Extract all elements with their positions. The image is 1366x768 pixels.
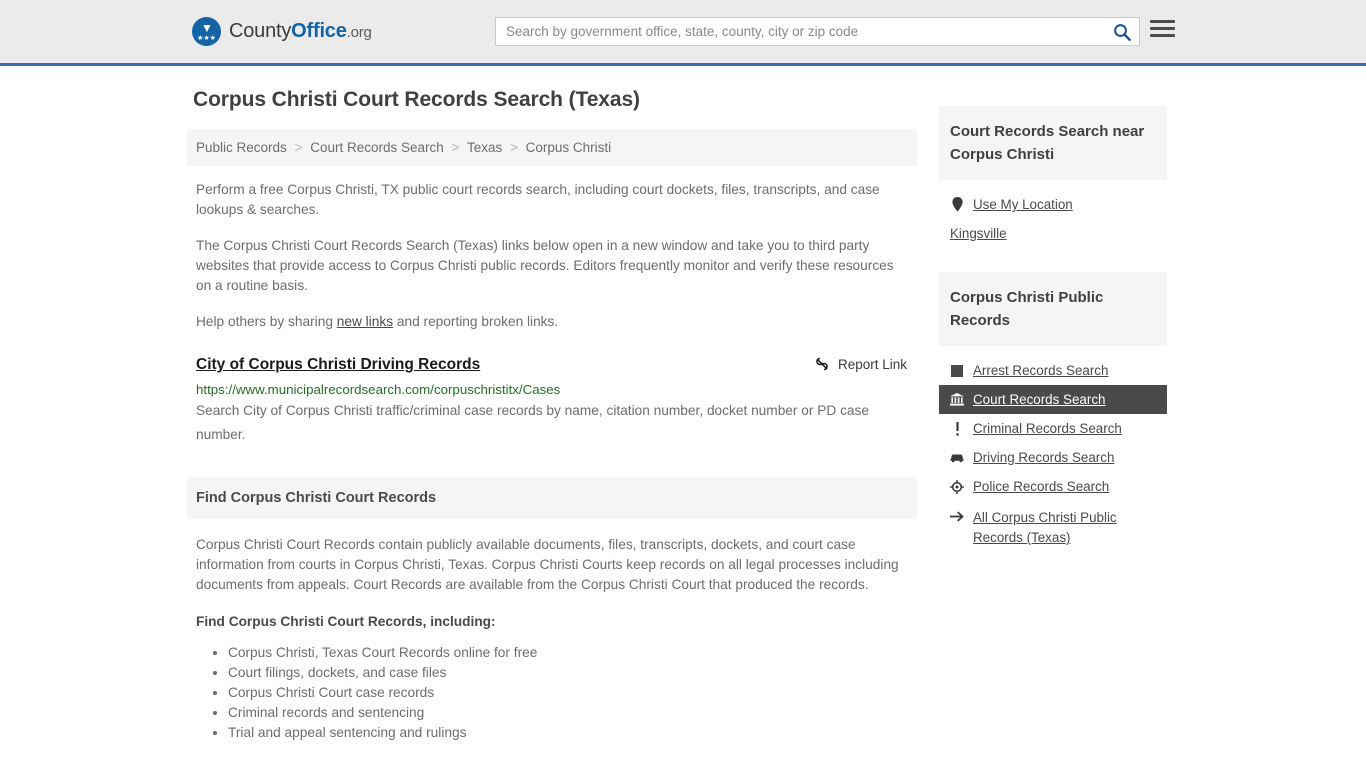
car-icon [950, 452, 964, 463]
list-item: Court filings, dockets, and case files [228, 663, 907, 683]
court-records-search-link[interactable]: Court Records Search [973, 392, 1105, 407]
sidebar-item-criminal-records-search[interactable]: Criminal Records Search [939, 414, 1167, 443]
list-item: Trial and appeal sentencing and rulings [228, 723, 907, 743]
breadcrumb-item-public-records[interactable]: Public Records [196, 140, 287, 155]
breadcrumb-separator: > [510, 140, 518, 155]
result-title-link[interactable]: City of Corpus Christi Driving Records [196, 356, 480, 374]
breadcrumb-separator: > [451, 140, 460, 155]
sidebar-item-driving-records-search[interactable]: Driving Records Search [939, 443, 1167, 472]
brand-text: CountyOffice.org [229, 20, 372, 43]
hamburger-bar [1150, 20, 1175, 23]
near-card-heading: Court Records Search near Corpus Christi [939, 106, 1167, 180]
section-list-heading: Find Corpus Christi Court Records, inclu… [196, 614, 496, 629]
sidebar-item-all-public-records[interactable]: All Corpus Christi Public Records (Texas… [939, 501, 1167, 555]
breadcrumb-separator: > [294, 140, 303, 155]
police-records-search-link[interactable]: Police Records Search [973, 479, 1109, 494]
result-description: Search City of Corpus Christi traffic/cr… [196, 403, 869, 442]
search-input[interactable] [496, 18, 1105, 45]
section-body: Corpus Christi Court Records contain pub… [187, 535, 917, 743]
site-logo-link[interactable]: ▼ ★★★ CountyOffice.org [192, 17, 372, 46]
exclamation-icon [950, 421, 964, 436]
main-content: Corpus Christi Court Records Search (Tex… [187, 88, 917, 743]
list-item: Criminal records and sentencing [228, 703, 907, 723]
hamburger-bar [1150, 34, 1175, 37]
brand-office: Office [291, 20, 347, 42]
broken-link-icon [816, 357, 828, 371]
search-result-item: City of Corpus Christi Driving Records R… [187, 356, 917, 447]
secondary-paragraph: The Corpus Christi Court Records Search … [196, 238, 894, 293]
public-records-card-heading: Corpus Christi Public Records [939, 272, 1167, 346]
kingsville-link[interactable]: Kingsville [950, 226, 1007, 241]
hamburger-bar [1150, 27, 1175, 30]
breadcrumb-item-texas[interactable]: Texas [467, 140, 502, 155]
search-button[interactable] [1105, 18, 1139, 45]
arrest-records-search-link[interactable]: Arrest Records Search [973, 363, 1108, 378]
hamburger-menu-icon[interactable] [1150, 20, 1175, 37]
sidebar-item-court-records-search[interactable]: Court Records Search [939, 385, 1167, 414]
result-header-row: City of Corpus Christi Driving Records R… [196, 356, 917, 374]
list-item: Corpus Christi, Texas Court Records onli… [228, 643, 907, 663]
public-records-card-body: Arrest Records Search Court Records Sear… [939, 346, 1167, 561]
breadcrumb: Public Records > Court Records Search > … [187, 129, 917, 166]
arrow-right-icon [950, 508, 964, 522]
search-icon [1114, 23, 1131, 41]
breadcrumb-item-court-records-search[interactable]: Court Records Search [310, 140, 444, 155]
search-bar [495, 17, 1140, 46]
records-list: Corpus Christi, Texas Court Records onli… [196, 643, 907, 743]
sidebar-item-use-my-location[interactable]: Use My Location [939, 190, 1167, 219]
sidebar: Court Records Search near Corpus Christi… [939, 88, 1167, 561]
page-container: Corpus Christi Court Records Search (Tex… [187, 66, 1167, 743]
share-suffix: and reporting broken links. [393, 314, 559, 329]
page-title: Corpus Christi Court Records Search (Tex… [193, 88, 640, 111]
driving-records-search-link[interactable]: Driving Records Search [973, 450, 1114, 465]
breadcrumb-item-corpus-christi[interactable]: Corpus Christi [526, 140, 612, 155]
sidebar-item-kingsville[interactable]: Kingsville [939, 219, 1167, 248]
new-links-link[interactable]: new links [337, 314, 393, 329]
near-card-body: Use My Location Kingsville [939, 180, 1167, 254]
intro-paragraph: Perform a free Corpus Christi, TX public… [196, 182, 880, 217]
section-paragraph: Corpus Christi Court Records contain pub… [196, 537, 899, 592]
eagle-logo-icon: ▼ ★★★ [192, 17, 221, 46]
site-header: ▼ ★★★ CountyOffice.org [0, 0, 1366, 66]
all-public-records-link[interactable]: All Corpus Christi Public Records (Texas… [973, 508, 1159, 548]
brand-org: .org [346, 24, 372, 41]
result-url: https://www.municipalrecordsearch.com/co… [196, 382, 561, 397]
use-my-location-link[interactable]: Use My Location [973, 197, 1073, 212]
brand-county: County [229, 20, 292, 42]
share-paragraph: Help others by sharing new links and rep… [187, 312, 917, 332]
report-link-button[interactable]: Report Link [814, 356, 917, 372]
sidebar-item-arrest-records-search[interactable]: Arrest Records Search [939, 356, 1167, 385]
sidebar-item-police-records-search[interactable]: Police Records Search [939, 472, 1167, 501]
share-prefix: Help others by sharing [196, 314, 337, 329]
badge-icon [950, 479, 964, 494]
list-item: Corpus Christi Court case records [228, 683, 907, 703]
square-icon [950, 364, 964, 377]
courthouse-icon [950, 393, 964, 406]
criminal-records-search-link[interactable]: Criminal Records Search [973, 421, 1122, 436]
report-link-label: Report Link [837, 356, 907, 372]
map-pin-icon [950, 197, 964, 212]
section-heading: Find Corpus Christi Court Records [187, 477, 917, 519]
